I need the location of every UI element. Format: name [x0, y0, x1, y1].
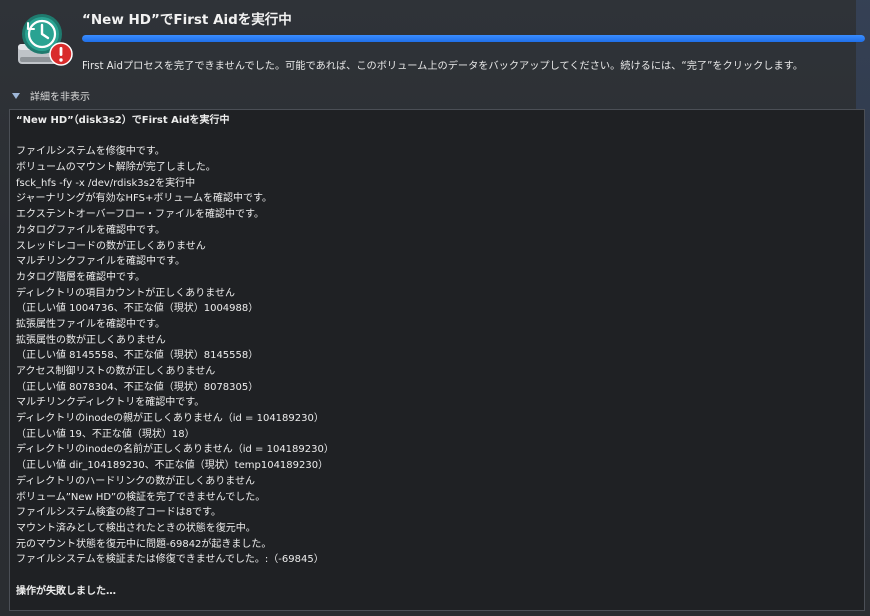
log-line: スレッドレコードの数が正しくありません — [16, 240, 206, 252]
log-line: ファイルシステム検査の終了コードは8です。 — [16, 507, 222, 519]
log-line: ファイルシステムを検証または修復できませんでした。:（-69845） — [16, 554, 324, 566]
log-line: マウント済みとして検出されたときの状態を復元中。 — [16, 522, 256, 534]
log-line: （正しい値 8078304、不正な値（現状）8078305） — [16, 381, 259, 393]
log-line: （正しい値 19、不正な値（現状）18） — [16, 428, 195, 440]
log-line: ディレクトリのinodeの名前が正しくありません（id = 104189230） — [16, 444, 334, 456]
log-line: ディレクトリのハードリンクの数が正しくありません — [16, 475, 255, 487]
log-line: ディレクトリの項目カウントが正しくありません — [16, 287, 235, 299]
log-line: 操作が失敗しました… — [16, 585, 116, 597]
sheet-title: “New HD”でFirst Aidを実行中 — [82, 12, 292, 28]
log-line: 元のマウント状態を復元中に問題-69842が起きました。 — [16, 538, 272, 550]
log-line: マルチリンクディレクトリを確認中です。 — [16, 397, 205, 409]
disk-utility-time-machine-error-icon — [14, 10, 76, 72]
log-line: ファイルシステムを修復中です。 — [16, 146, 165, 158]
hide-details-toggle[interactable]: 詳細を非表示 — [12, 87, 90, 103]
log-line: （正しい値 1004736、不正な値（現状）1004988） — [16, 303, 259, 315]
details-log[interactable]: “New HD”（disk3s2）でFirst Aidを実行中 ファイルシステムを… — [9, 109, 865, 611]
progress-bar-fill — [82, 35, 865, 42]
log-line: ボリュームのマウント解除が完了しました。 — [16, 162, 216, 174]
log-line: ディレクトリのinodeの親が正しくありません（id = 104189230） — [16, 413, 324, 425]
log-line: ジャーナリングが有効なHFS+ボリュームを確認中です。 — [16, 193, 273, 205]
log-line: 拡張属性ファイルを確認中です。 — [16, 318, 165, 330]
disclosure-triangle-icon[interactable] — [12, 92, 20, 99]
details-log-content[interactable]: “New HD”（disk3s2）でFirst Aidを実行中 ファイルシステムを… — [10, 110, 864, 610]
log-line: カタログファイルを確認中です。 — [16, 224, 165, 236]
log-line: カタログ階層を確認中です。 — [16, 271, 145, 283]
log-line: ボリューム”New HD”の検証を完了できませんでした。 — [16, 491, 266, 503]
status-message: First Aidプロセスを完了できませんでした。可能であれば、このボリューム上… — [82, 61, 804, 72]
progress-bar — [82, 35, 865, 42]
log-line: （正しい値 dir_104189230、不正な値（現状）temp10418923… — [16, 460, 329, 472]
log-line: （正しい値 8145558、不正な値（現状）8145558） — [16, 350, 259, 362]
log-line: 拡張属性の数が正しくありません — [16, 334, 166, 346]
log-line: エクステントオーバーフロー・ファイルを確認中です。 — [16, 209, 264, 221]
hide-details-label[interactable]: 詳細を非表示 — [30, 88, 90, 103]
log-line: マルチリンクファイルを確認中です。 — [16, 256, 185, 268]
log-line: “New HD”（disk3s2）でFirst Aidを実行中 — [16, 115, 230, 126]
log-line: fsck_hfs -fy -x /dev/rdisk3s2を実行中 — [16, 177, 196, 189]
log-line: アクセス制御リストの数が正しくありません — [16, 366, 216, 377]
first-aid-sheet: “New HD”でFirst Aidを実行中 First Aidプロセスを完了で… — [0, 0, 870, 616]
